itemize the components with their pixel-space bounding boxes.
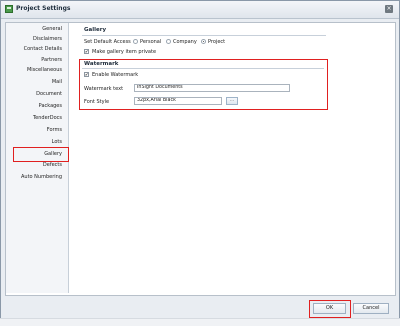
nav-item-document[interactable]: Document [2,91,62,98]
radio-company-label: Company [173,39,197,45]
cancel-button[interactable]: Cancel [353,303,389,314]
make-private-checkbox[interactable]: ✔ [84,49,89,54]
nav-item-packages[interactable]: Packages [2,103,62,110]
watermark-divider [82,68,324,69]
project-settings-icon [5,5,13,13]
nav-item-lots[interactable]: Lots [2,139,62,146]
radio-company[interactable] [166,39,171,44]
make-private-label: Make gallery item private [92,49,157,55]
project-settings-dialog: Project Settings × General Disclaimers C… [0,0,400,325]
nav-item-miscellaneous[interactable]: Miscellaneous [2,67,62,74]
nav-item-defects[interactable]: Defects [2,162,62,169]
gallery-divider [82,35,326,36]
gallery-settings: Gallery Set Default Access Personal Comp… [72,23,393,293]
radio-project-label: Project [208,39,226,45]
watermark-text-label: Watermark text [84,86,124,92]
radio-project[interactable] [201,39,206,44]
nav-item-tenderdocs[interactable]: TenderDocs [2,115,62,122]
window-title: Project Settings [16,5,71,12]
ok-button[interactable]: OK [313,303,346,314]
watermark-section-title: Watermark [84,61,119,67]
nav-item-forms[interactable]: Forms [2,127,62,134]
nav-item-general[interactable]: General [2,26,62,33]
enable-watermark-checkbox[interactable]: ✔ [84,72,89,77]
nav-item-auto-numbering[interactable]: Auto Numbering [2,174,62,181]
gallery-highlight-frame [13,147,69,162]
nav-item-contact-details[interactable]: Contact Details [2,46,62,53]
nav-item-disclaimers[interactable]: Disclaimers [2,36,62,43]
radio-personal[interactable] [133,39,138,44]
enable-watermark-label: Enable Watermark [92,72,139,78]
font-style-browse-button[interactable]: ... [226,97,238,105]
watermark-text-input[interactable]: InSight Documents [134,84,290,92]
default-access-label: Set Default Access [84,39,131,45]
nav-item-mail[interactable]: Mail [2,79,62,86]
radio-personal-label: Personal [140,39,162,45]
font-style-label: Font Style [84,99,110,105]
gallery-section-title: Gallery [84,27,107,33]
font-style-input[interactable]: 32px,Arial Black [134,97,222,105]
close-button[interactable]: × [385,5,393,13]
nav-item-partners[interactable]: Partners [2,57,62,64]
title-bar: Project Settings × [1,1,399,19]
